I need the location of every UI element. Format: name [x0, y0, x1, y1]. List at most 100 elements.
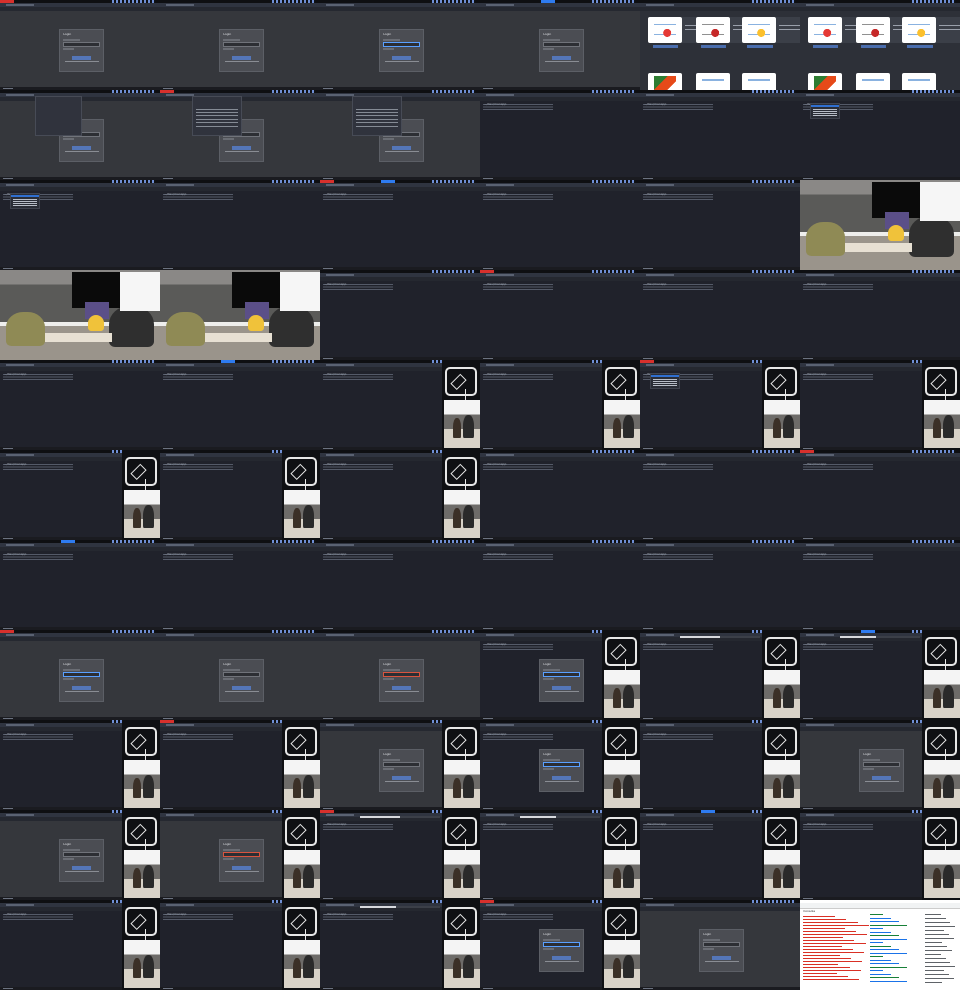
screenshot-frame[interactable]: ~/dev/manapp [480, 360, 640, 450]
screenshot-frame[interactable]: Login [320, 630, 480, 720]
screenshot-frame[interactable]: ~/dev/manapp [0, 720, 160, 810]
username-field[interactable] [63, 42, 101, 48]
screenshot-frame[interactable]: ~/dev/manapp [160, 180, 320, 270]
screenshot-frame[interactable]: Login [800, 720, 960, 810]
screenshot-frame[interactable]: ~/dev/manapp [320, 180, 480, 270]
screenshot-frame[interactable]: ~/dev/manapp [0, 450, 160, 540]
product-card[interactable] [856, 17, 890, 44]
login-button[interactable] [72, 865, 92, 870]
screenshot-frame[interactable]: Login~/dev/manapp [480, 630, 640, 720]
screenshot-frame[interactable]: ~/dev/manapp [800, 360, 960, 450]
username-field[interactable] [223, 672, 261, 678]
screenshot-frame[interactable]: ~/dev/manapp [320, 360, 480, 450]
screenshot-frame[interactable]: ~/dev/manapp [640, 630, 800, 720]
screenshot-frame[interactable]: ~/dev/manapp [320, 900, 480, 990]
username-field[interactable] [383, 762, 421, 768]
screenshot-frame[interactable]: ~/dev/manapp [480, 810, 640, 900]
menu-item[interactable] [652, 378, 678, 380]
product-card[interactable] [856, 72, 890, 90]
product-card[interactable] [648, 17, 682, 44]
screenshot-frame[interactable]: ~/dev/manapp [0, 900, 160, 990]
username-field[interactable] [383, 42, 421, 48]
screenshot-frame[interactable]: ~/dev/manapp [640, 720, 800, 810]
product-card[interactable] [648, 72, 682, 90]
product-add-button[interactable] [700, 44, 727, 49]
menu-item-selected[interactable] [650, 375, 680, 378]
screenshot-frame[interactable]: ~/dev/manapp [160, 720, 320, 810]
screenshot-frame[interactable]: ~/dev/manapp [480, 450, 640, 540]
product-add-button[interactable] [812, 44, 839, 49]
screenshot-frame[interactable]: ~/dev/manapp [800, 270, 960, 360]
product-add-button[interactable] [907, 44, 933, 49]
screenshot-frame[interactable]: Login [160, 630, 320, 720]
login-button[interactable] [872, 775, 892, 780]
login-button[interactable] [72, 55, 92, 60]
screenshot-frame[interactable]: ~/dev/manapp [320, 540, 480, 630]
login-button[interactable] [552, 775, 572, 780]
username-field[interactable] [863, 762, 901, 768]
screenshot-frame[interactable]: ~/dev/manapp [320, 810, 480, 900]
login-button[interactable] [72, 145, 92, 150]
menu-item[interactable] [812, 112, 838, 114]
login-button[interactable] [392, 685, 412, 690]
menu-item[interactable] [652, 380, 678, 382]
product-card[interactable] [742, 72, 776, 90]
product-card[interactable] [696, 72, 730, 90]
username-field[interactable] [63, 672, 101, 678]
screenshot-frame[interactable] [640, 0, 800, 90]
username-field[interactable] [383, 672, 421, 678]
product-card[interactable] [696, 17, 730, 44]
screenshot-frame[interactable]: Login [0, 90, 160, 180]
product-add-button[interactable] [652, 44, 679, 49]
menu-item[interactable] [652, 385, 678, 387]
menu-item[interactable] [812, 110, 838, 112]
username-field[interactable] [703, 942, 741, 948]
screenshot-frame[interactable]: ~/dev/manapp [480, 540, 640, 630]
product-card[interactable] [808, 72, 842, 90]
username-field[interactable] [223, 42, 261, 48]
username-field[interactable] [63, 852, 101, 858]
screenshot-frame[interactable] [0, 270, 160, 360]
screenshot-frame[interactable]: Login [160, 810, 320, 900]
menu-item[interactable] [652, 382, 678, 384]
login-button[interactable] [392, 55, 412, 60]
login-button[interactable] [392, 775, 412, 780]
product-add-button[interactable] [747, 44, 773, 49]
username-field[interactable] [543, 672, 581, 678]
screenshot-frame[interactable]: Login~/dev/manapp [480, 900, 640, 990]
screenshot-frame[interactable]: ~/dev/manapp [160, 540, 320, 630]
product-add-button[interactable] [860, 44, 887, 49]
screenshot-frame[interactable]: ~/dev/manapp [160, 360, 320, 450]
menu-item[interactable] [12, 198, 38, 200]
screenshot-frame[interactable]: ~/dev/manapp [640, 540, 800, 630]
menu-item[interactable] [12, 202, 38, 204]
screenshot-frame[interactable]: Login [160, 0, 320, 90]
screenshot-frame[interactable]: ~/dev/manapp [0, 360, 160, 450]
product-card[interactable] [808, 17, 842, 44]
devtools-tabs[interactable] [800, 903, 960, 909]
menu-item[interactable] [12, 200, 38, 202]
screenshot-frame[interactable]: Login [0, 630, 160, 720]
login-button[interactable] [232, 145, 252, 150]
product-card[interactable] [902, 72, 936, 90]
screenshot-frame[interactable]: ~/dev/manapp [800, 90, 960, 180]
screenshot-frame[interactable]: Login [320, 90, 480, 180]
screenshot-frame[interactable]: Login [320, 720, 480, 810]
username-field[interactable] [543, 762, 581, 768]
screenshot-frame[interactable]: ~/dev/manapp [640, 810, 800, 900]
screenshot-frame[interactable]: ~/dev/manapp [0, 540, 160, 630]
username-field[interactable] [543, 42, 581, 48]
screenshot-frame[interactable]: Login [320, 0, 480, 90]
screenshot-frame[interactable]: ~/dev/manapp [160, 450, 320, 540]
screenshot-frame[interactable]: Login [0, 810, 160, 900]
login-button[interactable] [552, 685, 572, 690]
screenshot-frame[interactable]: Login [0, 0, 160, 90]
login-button[interactable] [232, 685, 252, 690]
login-button[interactable] [552, 955, 572, 960]
screenshot-frame[interactable]: ~/dev/manapp [800, 810, 960, 900]
screenshot-frame[interactable] [800, 180, 960, 270]
screenshot-frame[interactable]: ~/dev/manapp [800, 450, 960, 540]
screenshot-frame[interactable]: ~/dev/manapp [800, 630, 960, 720]
screenshot-frame[interactable] [160, 270, 320, 360]
screenshot-frame[interactable]: ~/dev/manapp [320, 270, 480, 360]
